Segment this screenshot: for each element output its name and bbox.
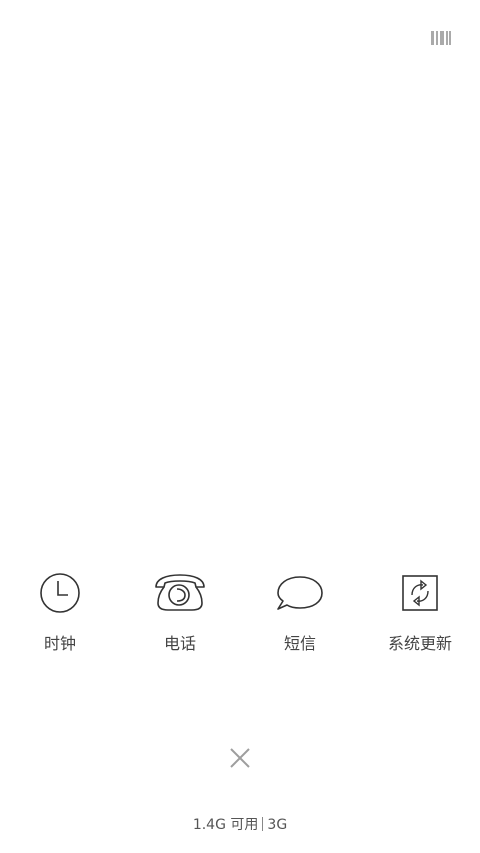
- app-label-clock: 时钟: [43, 634, 76, 653]
- app-label-system-update: 系统更新: [387, 634, 452, 653]
- phone-icon: [155, 574, 205, 611]
- clock-icon: [40, 573, 80, 613]
- app-phone[interactable]: 电话: [120, 570, 240, 660]
- barcode-icon[interactable]: [430, 29, 452, 47]
- app-system-update[interactable]: 系统更新: [360, 570, 480, 660]
- app-label-messages: 短信: [283, 634, 316, 653]
- app-messages[interactable]: 短信: [240, 570, 360, 660]
- memory-available: 1.4G 可用: [192, 817, 259, 833]
- system-update-icon: [402, 575, 438, 611]
- memory-info: 1.4G 可用 3G: [0, 815, 480, 835]
- recent-apps-screen: 时钟 电话 短信 系统更新 1.4G 可用 3G: [0, 0, 480, 853]
- memory-total: 3G: [267, 817, 288, 833]
- close-icon[interactable]: [226, 744, 254, 772]
- app-clock[interactable]: 时钟: [0, 570, 120, 660]
- app-label-phone: 电话: [163, 634, 196, 653]
- message-icon: [277, 576, 323, 610]
- memory-separator: [262, 817, 264, 831]
- recent-apps-row: 时钟 电话 短信 系统更新: [0, 570, 480, 670]
